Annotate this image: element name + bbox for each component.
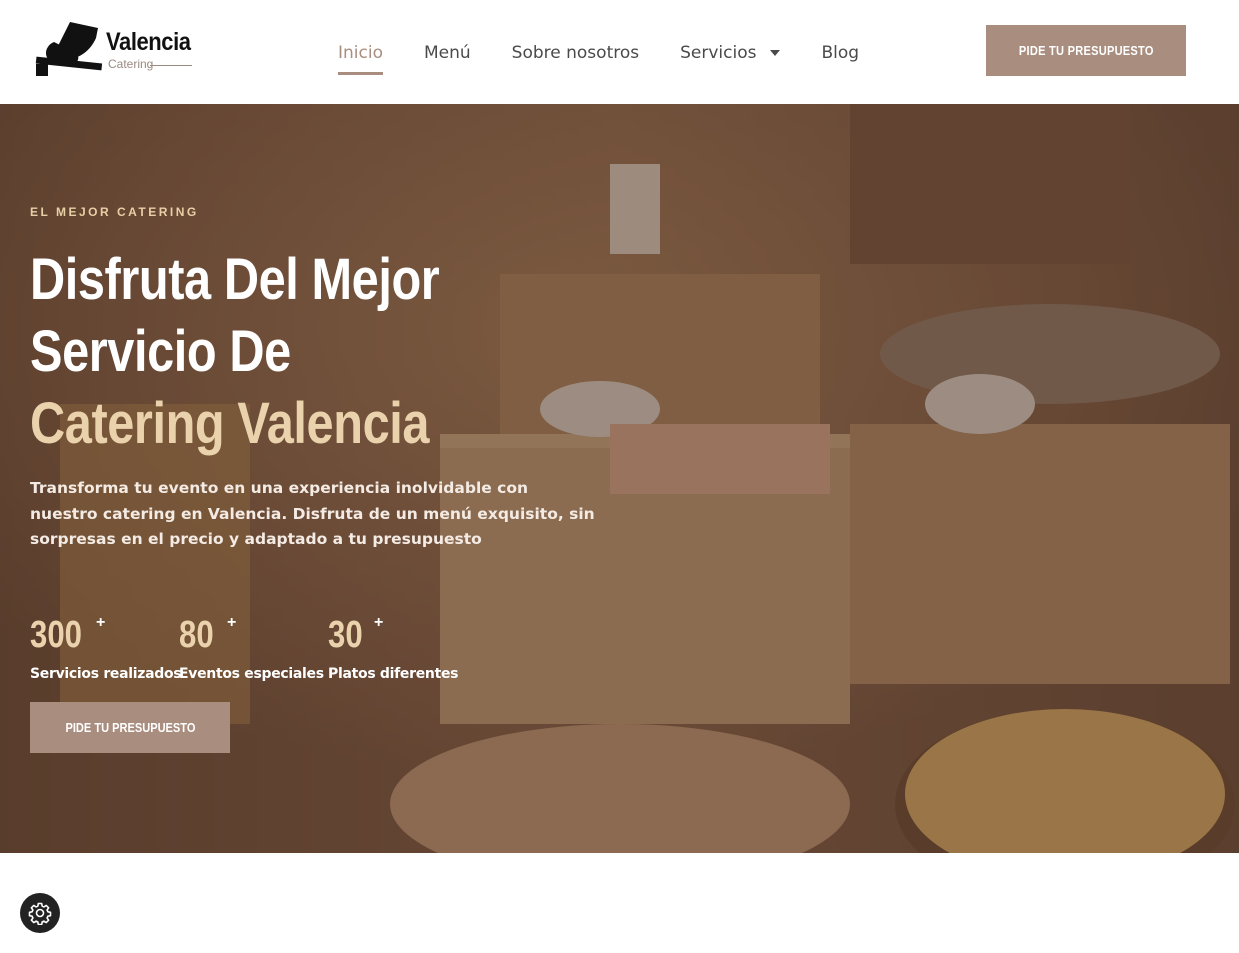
stat-value: 30 [328, 614, 363, 656]
nav-item-menu[interactable]: Menú [424, 43, 471, 63]
stat-suffix: + [374, 614, 384, 631]
gear-icon [28, 902, 52, 925]
stat-label: Servicios realizados [30, 666, 182, 682]
nav-item-inicio[interactable]: Inicio [338, 43, 383, 75]
bowl-plate-logo-icon [35, 22, 103, 76]
stat-platos: 30 + Platos diferentes [328, 612, 468, 682]
hero-section: EL MEJOR CATERING Disfruta Del Mejor Ser… [0, 104, 1239, 853]
main-nav: Inicio Menú Sobre nosotros Servicios Blo… [338, 38, 900, 75]
nav-item-label: Inicio [338, 43, 383, 63]
hero-headline-line2: Servicio De [30, 319, 291, 384]
stat-servicios: 300 + Servicios realizados [30, 612, 182, 682]
chevron-down-icon[interactable] [770, 50, 781, 56]
cookie-settings-button[interactable] [20, 893, 60, 933]
stat-label: Eventos especiales [179, 666, 324, 682]
nav-item-servicios[interactable]: Servicios [680, 43, 781, 63]
site-header: Valencia Catering Inicio Menú Sobre noso… [0, 0, 1239, 104]
hero-lead: Transforma tu evento en una experiencia … [30, 479, 595, 548]
header-quote-button-label: PIDE TU PRESUPUESTO [1018, 43, 1154, 58]
stat-value: 300 [30, 614, 82, 656]
hero-quote-button-label: PIDE TU PRESUPUESTO [65, 720, 195, 735]
nav-item-blog[interactable]: Blog [821, 43, 859, 63]
hero-kicker: EL MEJOR CATERING [30, 205, 199, 219]
nav-item-label: Blog [821, 43, 860, 63]
stat-suffix: + [227, 614, 237, 631]
hero-headline-line1: Disfruta Del Mejor [30, 247, 440, 312]
stat-eventos: 80 + Eventos especiales [179, 612, 324, 682]
nav-item-label: Sobre nosotros [511, 43, 640, 63]
brand-name: Valencia [106, 28, 191, 56]
logo-divider [150, 65, 192, 66]
hero-stats: 300 + Servicios realizados 80 + Eventos … [30, 612, 483, 682]
nav-item-label: Servicios [680, 43, 757, 63]
hero-headline: Disfruta Del Mejor Servicio De Catering … [30, 244, 500, 460]
header-quote-button[interactable]: PIDE TU PRESUPUESTO [986, 25, 1186, 76]
nav-item-label: Menú [423, 43, 471, 63]
brand-tagline: Catering [108, 57, 154, 71]
stat-label: Platos diferentes [328, 666, 459, 682]
brand-logo[interactable]: Valencia Catering [34, 20, 204, 80]
hero-headline-accent: Catering Valencia [30, 391, 430, 456]
stat-value: 80 [179, 614, 214, 656]
hero-quote-button[interactable]: PIDE TU PRESUPUESTO [30, 702, 230, 753]
stat-suffix: + [96, 614, 106, 631]
nav-item-sobre-nosotros[interactable]: Sobre nosotros [512, 43, 639, 63]
